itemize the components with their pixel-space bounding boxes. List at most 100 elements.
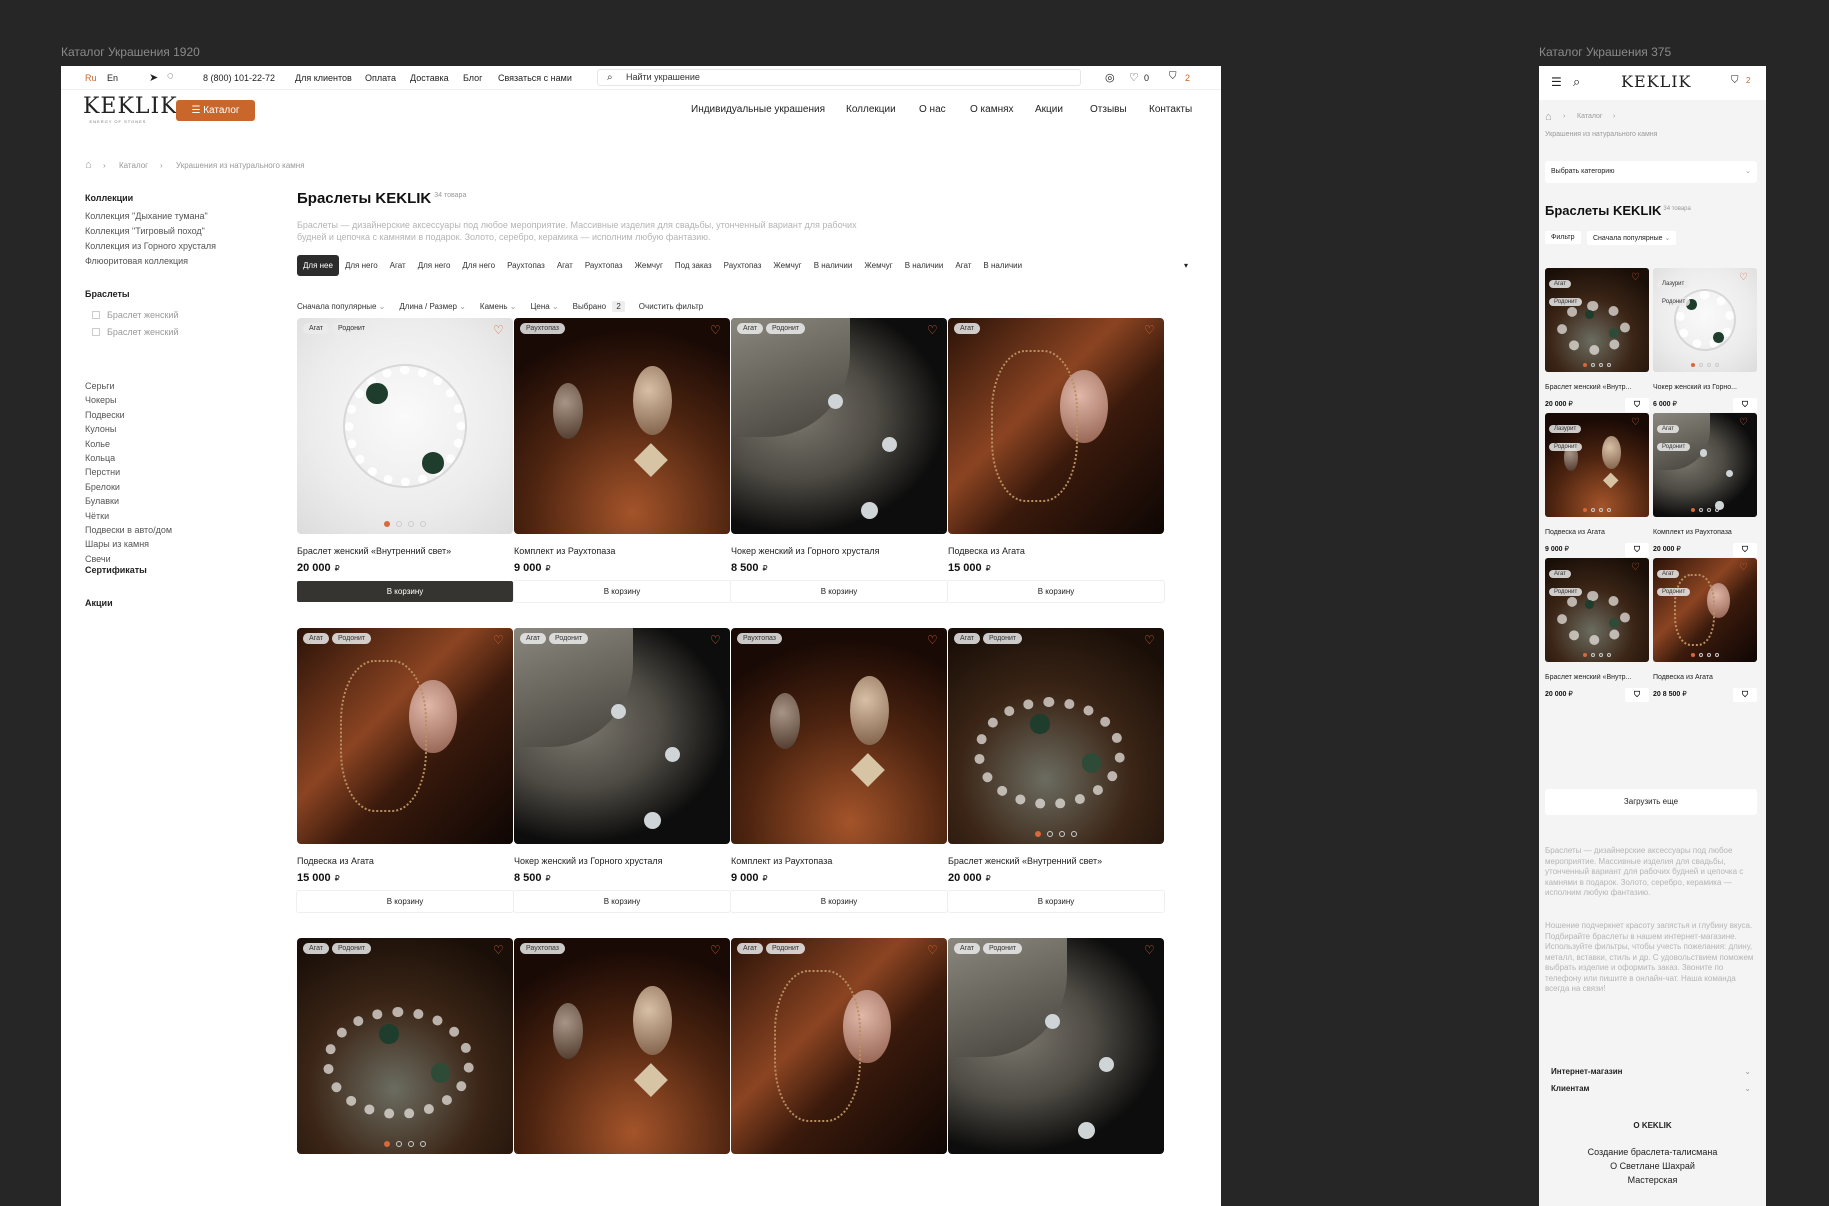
carousel-dot[interactable]	[384, 521, 390, 527]
chips-expand-icon[interactable]: ▾	[1184, 261, 1188, 270]
filter-chip[interactable]: Агат	[551, 255, 579, 276]
product-image[interactable]: Агат Родонит ♡	[731, 318, 947, 534]
sidebar-promos[interactable]: Акции	[85, 598, 113, 608]
product-card[interactable]: Агат Родонит ♡	[297, 938, 513, 1154]
heart-icon[interactable]: ♡	[927, 634, 939, 646]
carousel-dot[interactable]	[1699, 508, 1703, 512]
length-filter[interactable]: Длина / Размер ⌄	[399, 299, 466, 315]
cart-icon[interactable]: ⛉	[1731, 75, 1739, 86]
mobile-product-card[interactable]: Агат Родонит ♡ Комплект из Раухтопаза 20 000…	[1653, 413, 1757, 557]
heart-icon[interactable]: ♡	[1144, 324, 1156, 336]
heart-icon[interactable]: ♡	[493, 944, 505, 956]
topbar-link-blog[interactable]: Блог	[463, 73, 482, 83]
filter-chip[interactable]: В наличии	[899, 255, 950, 276]
checkbox[interactable]	[92, 328, 100, 336]
lang-en[interactable]: En	[107, 73, 118, 83]
product-image[interactable]: Раухтопаз ♡	[731, 628, 947, 844]
account-icon[interactable]: ◎	[1105, 71, 1115, 84]
product-image[interactable]: Раухтопаз ♡	[514, 938, 730, 1154]
load-more-button[interactable]: Загрузить еще	[1545, 789, 1757, 815]
carousel-dot[interactable]	[1583, 363, 1587, 367]
lang-ru[interactable]: Ru	[85, 73, 97, 83]
product-image[interactable]: Агат Родонит ♡	[1545, 558, 1649, 662]
product-name[interactable]: Подвеска из Агата	[1545, 529, 1649, 536]
search-icon[interactable]: ⌕	[1573, 74, 1580, 90]
product-image[interactable]: Агат Родонит ♡	[731, 938, 947, 1154]
product-card[interactable]: Агат Родонит ♡	[948, 938, 1164, 1154]
nav-about[interactable]: О нас	[919, 104, 946, 115]
sort-select[interactable]: Сначала популярные ⌄	[297, 299, 385, 315]
product-image[interactable]: Агат Родонит ♡	[514, 628, 730, 844]
filter-chip[interactable]: Для него	[456, 255, 501, 276]
carousel-dot[interactable]	[396, 1141, 402, 1147]
carousel-dot[interactable]	[1599, 653, 1603, 657]
product-card[interactable]: Раухтопаз ♡ Комплект из Раухтопаза 9 000 ₽ В …	[731, 628, 947, 912]
stone-filter[interactable]: Камень ⌄	[480, 299, 517, 315]
nav-collections[interactable]: Коллекции	[846, 104, 896, 115]
carousel-dot[interactable]	[1707, 653, 1711, 657]
carousel-dot[interactable]	[1707, 363, 1711, 367]
carousel-dot[interactable]	[1591, 363, 1595, 367]
product-image[interactable]: Лазурит Родонит ♡	[1545, 413, 1649, 517]
product-name[interactable]: Чокер женский из Горного хрусталя	[514, 856, 730, 866]
product-card[interactable]: Раухтопаз ♡	[514, 938, 730, 1154]
sidebar-bracelets-title[interactable]: Браслеты	[85, 289, 130, 299]
sidebar-category-item[interactable]: Кулоны	[85, 424, 116, 434]
mobile-product-card[interactable]: Лазурит Родонит ♡ Подвеска из Агата 9 000 ₽ ⛉	[1545, 413, 1649, 557]
filter-chip[interactable]: Раухтопаз	[718, 255, 768, 276]
filter-chip[interactable]: Для него	[412, 255, 457, 276]
filter-chip[interactable]: Раухтопаз	[579, 255, 629, 276]
product-image[interactable]: Агат ♡	[948, 318, 1164, 534]
add-to-cart-button[interactable]: В корзину	[297, 891, 513, 912]
filter-chip[interactable]: Жемчуг	[629, 255, 669, 276]
product-image[interactable]: Лазурит Родонит ♡	[1653, 268, 1757, 372]
nav-promos[interactable]: Акции	[1035, 104, 1063, 115]
filter-chip[interactable]: В наличии	[977, 255, 1028, 276]
product-name[interactable]: Комплект из Раухтопаза	[731, 856, 947, 866]
sidebar-collection-3[interactable]: Флюоритовая коллекция	[85, 256, 188, 266]
product-image[interactable]: Агат Родонит ♡	[297, 318, 513, 534]
product-image[interactable]: Агат Родонит ♡	[297, 938, 513, 1154]
carousel-dots[interactable]	[1689, 653, 1721, 657]
mobile-sort-select[interactable]: Сначала популярные ⌄	[1587, 231, 1677, 245]
carousel-dot[interactable]	[1699, 653, 1703, 657]
carousel-dot[interactable]	[1691, 653, 1695, 657]
carousel-dot[interactable]	[396, 521, 402, 527]
cart-icon[interactable]: ⛉	[1733, 398, 1757, 412]
product-card[interactable]: Агат Родонит ♡ Подвеска из Агата 15 000 ₽ В ко…	[297, 628, 513, 912]
product-image[interactable]: Агат Родонит ♡	[297, 628, 513, 844]
product-name[interactable]: Браслет женский «Внутренний свет»	[948, 856, 1164, 866]
catalog-button[interactable]: ☰ Каталог	[176, 100, 255, 121]
product-card[interactable]: Агат ♡ Подвеска из Агата 15 000 ₽ В корзину	[948, 318, 1164, 602]
heart-icon[interactable]: ♡	[493, 324, 505, 336]
heart-icon[interactable]: ♡	[1739, 272, 1751, 284]
carousel-dot[interactable]	[1691, 363, 1695, 367]
sidebar-category-item[interactable]: Чокеры	[85, 395, 117, 405]
filter-chip[interactable]: Под заказ	[669, 255, 718, 276]
mobile-product-card[interactable]: Агат Родонит ♡ Браслет женский «Внутр... 20 …	[1545, 268, 1649, 412]
nav-custom[interactable]: Индивидуальные украшения	[691, 104, 825, 115]
add-to-cart-button[interactable]: В корзину	[948, 581, 1164, 602]
heart-icon[interactable]: ♡	[1739, 562, 1751, 574]
topbar-link-delivery[interactable]: Доставка	[410, 73, 449, 83]
topbar-link-contact[interactable]: Связаться с нами	[498, 73, 572, 83]
cart-icon[interactable]: ⛉	[1169, 71, 1177, 82]
product-image[interactable]: Агат Родонит ♡	[948, 628, 1164, 844]
cart-icon[interactable]: ⛉	[1625, 688, 1649, 702]
topbar-link-payment[interactable]: Оплата	[365, 73, 396, 83]
heart-icon[interactable]: ♡	[1144, 944, 1156, 956]
sidebar-collections-title[interactable]: Коллекции	[85, 193, 133, 203]
footer-link-2[interactable]: Мастерская	[1539, 1175, 1766, 1185]
mobile-filter-button[interactable]: Фильтр	[1545, 231, 1581, 244]
carousel-dot[interactable]	[1583, 653, 1587, 657]
sidebar-category-item[interactable]: Брелоки	[85, 482, 120, 492]
carousel-dot[interactable]	[408, 1141, 414, 1147]
product-image[interactable]: Раухтопаз ♡	[514, 318, 730, 534]
heart-icon[interactable]: ♡	[710, 634, 722, 646]
product-name[interactable]: Браслет женский «Внутренний свет»	[297, 546, 513, 556]
product-card[interactable]: Агат Родонит ♡	[731, 938, 947, 1154]
carousel-dots[interactable]	[1581, 508, 1613, 512]
heart-icon[interactable]: ♡	[1631, 562, 1643, 574]
add-to-cart-button[interactable]: В корзину	[297, 581, 513, 602]
carousel-dots[interactable]	[1032, 831, 1080, 837]
